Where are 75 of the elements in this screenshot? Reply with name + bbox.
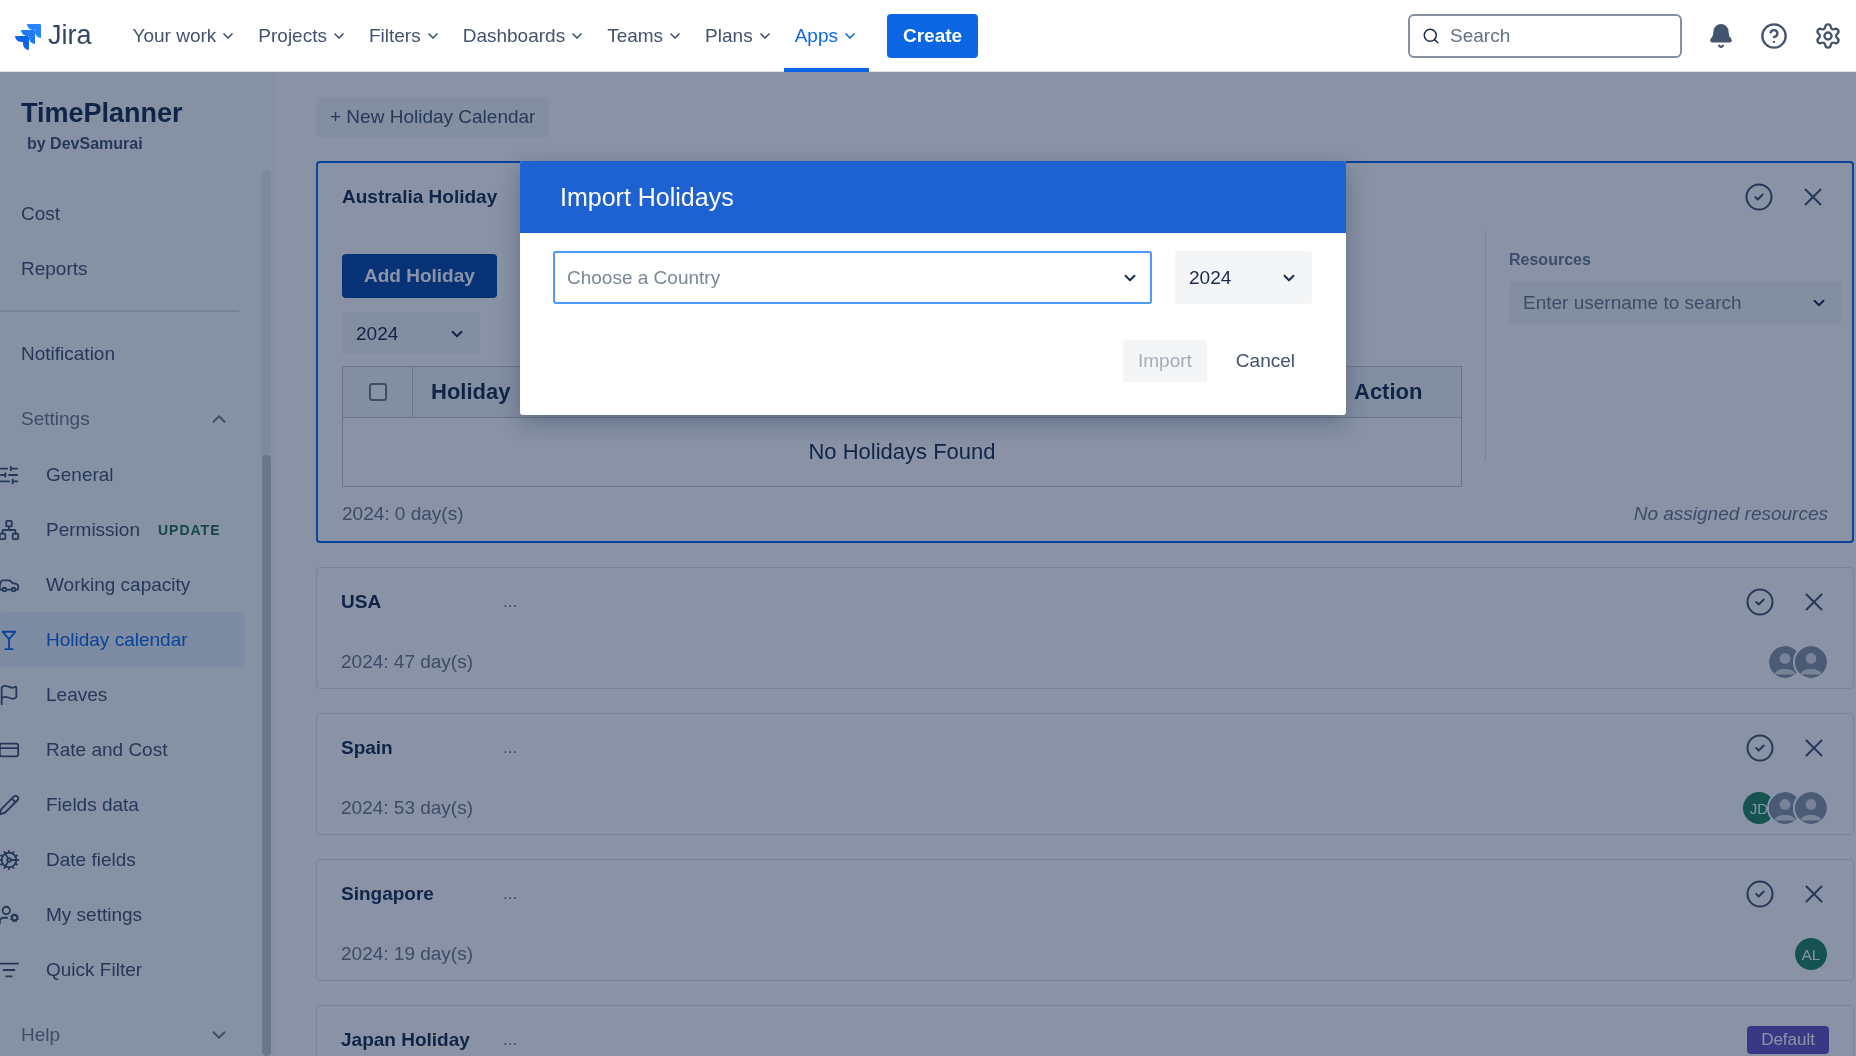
settings-icon[interactable] [1814,21,1842,50]
confirm-icon[interactable] [1745,733,1775,763]
sidebar-item[interactable]: Leaves [0,667,245,722]
add-holiday-button[interactable]: Add Holiday [342,254,497,298]
sidebar-item[interactable]: Holiday calendar [0,612,245,667]
sidebar-item[interactable]: Date fields [0,832,245,887]
nav-item[interactable]: Teams [596,0,695,72]
create-button[interactable]: Create [886,13,979,58]
confirm-icon[interactable] [1745,879,1775,909]
user-avatar: AL [1793,936,1829,972]
day-summary: 2024: 47 day(s) [341,651,474,673]
country-select[interactable]: Choose a Country [553,251,1152,304]
app-subtitle: by DevSamurai [27,135,144,153]
jira-logo-icon [14,21,42,50]
sidebar-item[interactable]: My settings [0,887,245,942]
calendar-name: Spain [341,737,394,759]
nav-item[interactable]: Projects [247,0,358,72]
app-title: TimePlanner [21,98,184,129]
nav-item[interactable]: Apps [783,0,869,72]
logo-text: Jira [48,20,92,51]
year-select[interactable]: 2024 [1175,251,1312,304]
jira-logo[interactable]: Jira [14,20,92,51]
confirm-icon[interactable] [1745,587,1775,617]
sidebar-item[interactable]: Fields data [0,777,245,832]
confirm-icon[interactable] [1744,182,1774,212]
more-indicator[interactable]: ... [503,884,518,904]
new-calendar-button[interactable]: + New Holiday Calendar [316,97,550,137]
sidebar-item[interactable]: Working capacity [0,557,245,612]
select-all-checkbox[interactable] [368,383,387,401]
sidebar-item[interactable]: Permission UPDATE [0,502,245,557]
user-avatar [1793,790,1829,826]
calendar-name: USA [341,591,383,613]
sidebar-item[interactable]: General [0,447,245,502]
more-indicator[interactable]: ... [503,738,518,758]
nav-item[interactable]: Your work [121,0,248,72]
year-select[interactable]: 2024 [342,312,480,355]
empty-message: No Holidays Found [807,438,997,466]
day-summary: 2024: 0 day(s) [342,503,464,525]
more-indicator[interactable]: ... [503,592,518,612]
sidebar-item[interactable]: Notification [0,326,245,381]
sidebar-item[interactable]: Rate and Cost [0,722,245,777]
more-indicator[interactable]: ... [503,1030,518,1050]
dialog-title: Import Holidays [560,182,734,212]
search-icon [1422,26,1440,45]
search-field[interactable]: Search [1408,13,1682,58]
calendar-name: Singapore [341,883,435,905]
help-group-header[interactable]: Help [0,997,260,1056]
help-icon[interactable] [1760,21,1788,50]
column-header: Action [1354,379,1423,405]
calendar-name: Japan Holiday [341,1029,471,1051]
resources-label: Resources [1509,251,1592,269]
sidebar-item[interactable]: Reports [0,241,245,296]
scrollbar-thumb[interactable] [262,455,271,1056]
flag-icon [0,683,20,706]
resource-select[interactable]: Enter username to search [1509,281,1842,324]
column-header: Holiday [431,379,511,405]
nav-item[interactable]: Dashboards [451,0,597,72]
nav-item[interactable]: Plans [694,0,784,72]
notification-icon[interactable] [1708,22,1734,49]
default-badge: Default [1747,1026,1829,1054]
sidebar-item[interactable]: Quick Filter [0,942,245,997]
no-resources-text: No assigned resources [1633,503,1828,525]
day-summary: 2024: 19 day(s) [341,943,474,965]
sliders-icon [0,463,20,486]
user-gear-icon [0,903,20,926]
user-avatar [1793,644,1829,680]
sidebar-item[interactable]: Cost [0,186,245,241]
calendar-name: Australia Holiday [342,186,498,208]
cancel-button[interactable]: Cancel [1220,340,1310,382]
pencil-icon [0,793,20,816]
hierarchy-icon [0,518,20,541]
day-summary: 2024: 53 day(s) [341,797,474,819]
gear-icon [0,848,20,871]
nav-item[interactable]: Filters [357,0,452,72]
settings-group-header[interactable]: Settings [0,381,260,447]
